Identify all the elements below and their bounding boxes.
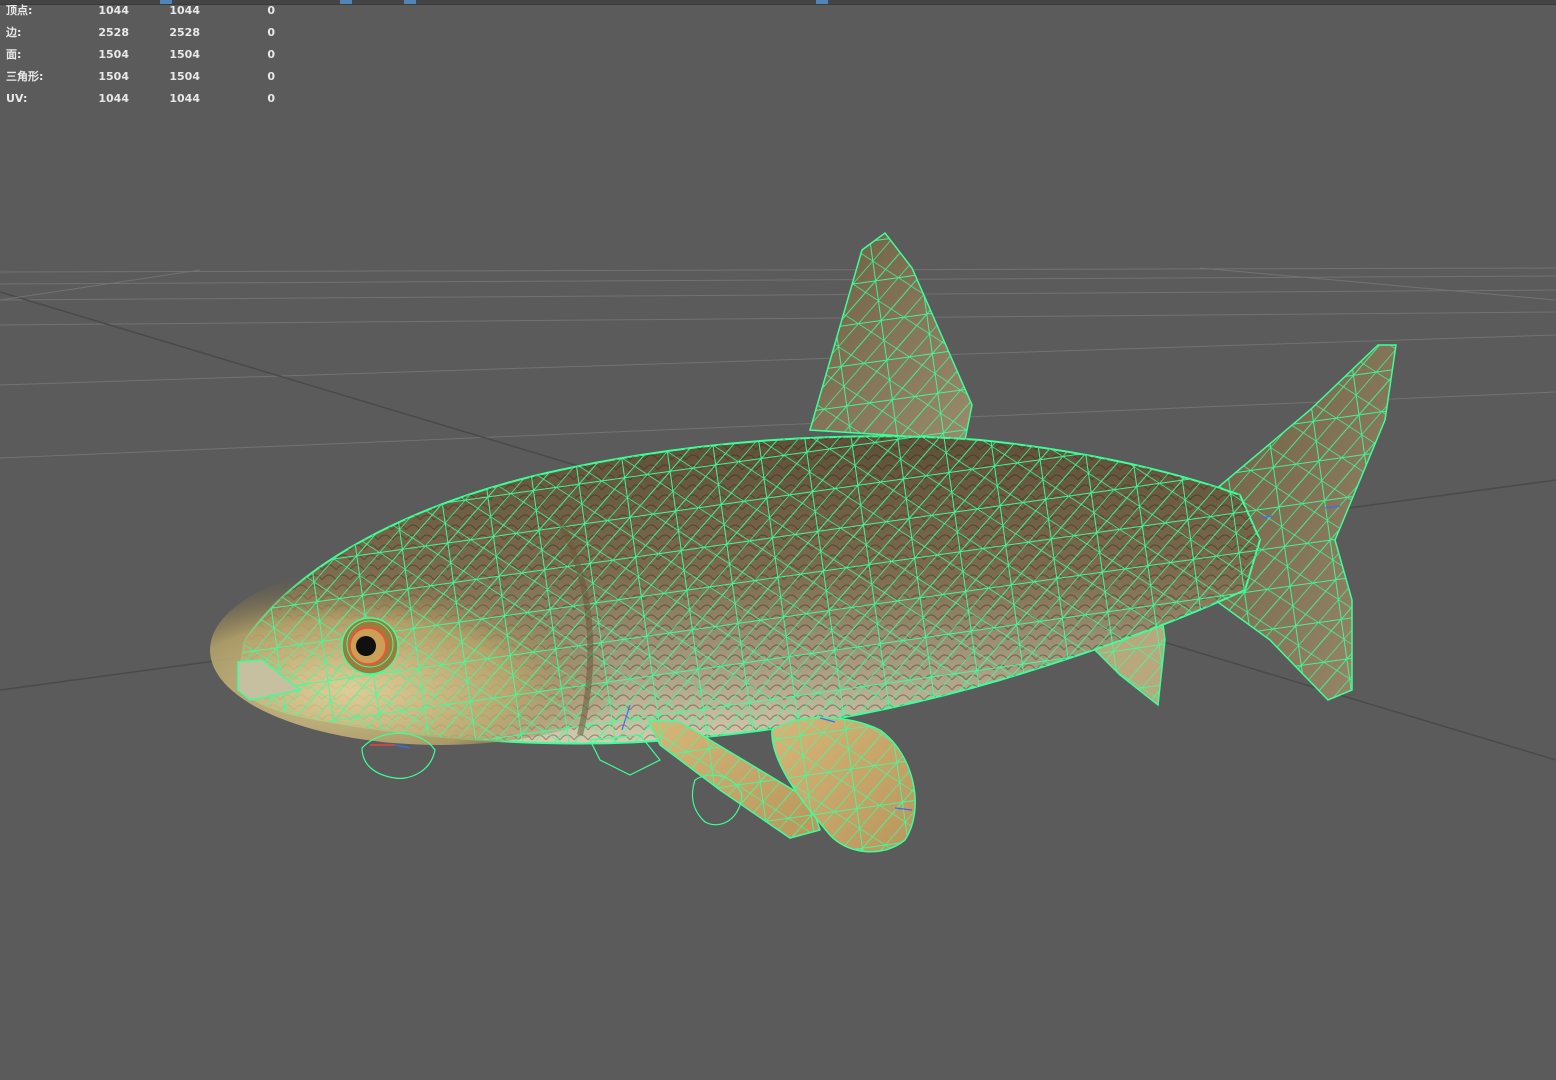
hud-value-selected: 1504 [129, 47, 200, 69]
hud-row-uvs: UV: 1044 1044 0 [6, 91, 275, 113]
hud-value-total: 1044 [86, 3, 129, 25]
hud-row-faces: 面: 1504 1504 0 [6, 47, 275, 69]
hud-value-total: 1504 [86, 69, 129, 91]
hud-label: UV: [6, 91, 86, 113]
hud-value-selected: 1504 [129, 69, 200, 91]
hud-value-third: 0 [200, 69, 275, 91]
hud-value-total: 1044 [86, 91, 129, 113]
hud-value-selected: 2528 [129, 25, 200, 47]
hud-label: 面: [6, 47, 86, 69]
fish-model[interactable] [210, 233, 1396, 852]
hud-value-total: 2528 [86, 25, 129, 47]
hud-value-selected: 1044 [129, 91, 200, 113]
hud-row-edges: 边: 2528 2528 0 [6, 25, 275, 47]
hud-label: 三角形: [6, 69, 86, 91]
hud-value-third: 0 [200, 3, 275, 25]
hud-value-third: 0 [200, 91, 275, 113]
viewport-scene [0, 0, 1556, 1080]
fish-eye [342, 618, 398, 674]
3d-viewport[interactable]: 顶点: 1044 1044 0 边: 2528 2528 0 面: 1504 1… [0, 0, 1556, 1080]
hud-value-third: 0 [200, 25, 275, 47]
hud-value-total: 1504 [86, 47, 129, 69]
hud-value-selected: 1044 [129, 3, 200, 25]
hud-row-vertices: 顶点: 1044 1044 0 [6, 3, 275, 25]
poly-count-hud: 顶点: 1044 1044 0 边: 2528 2528 0 面: 1504 1… [6, 3, 275, 113]
hud-row-triangles: 三角形: 1504 1504 0 [6, 69, 275, 91]
hud-value-third: 0 [200, 47, 275, 69]
hud-label: 边: [6, 25, 86, 47]
hud-label: 顶点: [6, 3, 86, 25]
